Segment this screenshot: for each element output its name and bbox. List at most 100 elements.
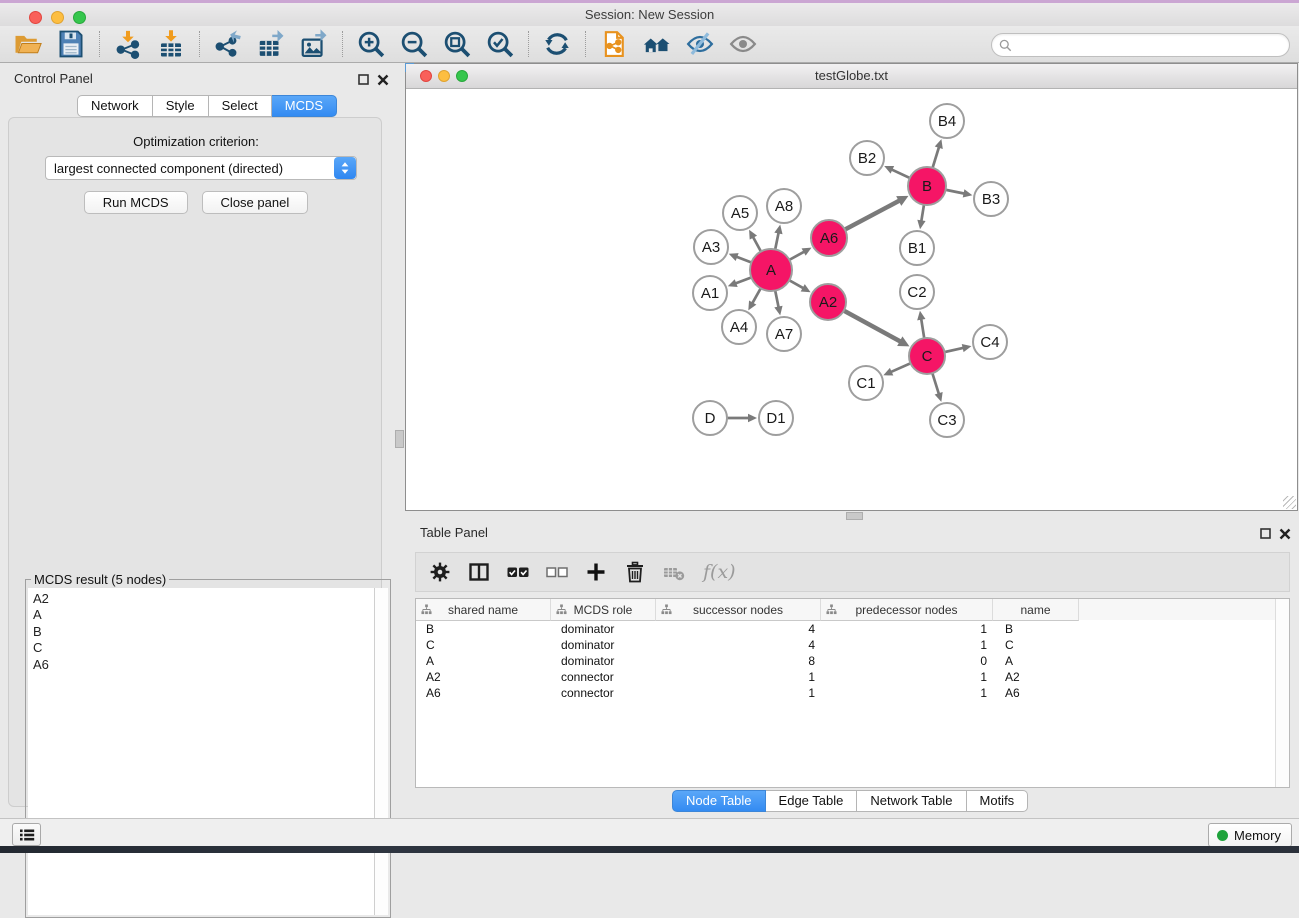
table-vertical-scrollbar[interactable]: [1275, 599, 1289, 787]
table-row[interactable]: Cdominator41C: [416, 637, 1289, 653]
zoom-network-window-button[interactable]: [456, 70, 468, 82]
result-list-item[interactable]: A6: [33, 657, 375, 673]
network-window-title-bar[interactable]: testGlobe.txt: [406, 64, 1297, 89]
float-panel-icon[interactable]: [357, 73, 371, 87]
graph-node-A4[interactable]: A4: [722, 310, 756, 344]
desktop-vertical-scrollbar[interactable]: [395, 430, 404, 448]
column-header-shared-name[interactable]: shared name: [416, 599, 551, 621]
table-cell: A6: [416, 685, 551, 701]
task-history-button[interactable]: [12, 823, 41, 846]
close-panel-icon[interactable]: [376, 73, 390, 87]
graph-node-A8[interactable]: A8: [767, 189, 801, 223]
column-settings-gear-icon[interactable]: [428, 560, 452, 584]
home-layout-icon[interactable]: [642, 29, 672, 59]
save-session-icon[interactable]: [56, 29, 86, 59]
table-row[interactable]: Adominator80A: [416, 653, 1289, 669]
close-table-panel-icon[interactable]: [1278, 527, 1292, 541]
graph-node-C[interactable]: C: [909, 338, 945, 374]
deselect-all-checkboxes-icon[interactable]: [545, 560, 569, 584]
tab-network[interactable]: Network: [77, 95, 153, 117]
criterion-dropdown[interactable]: largest connected component (directed): [45, 156, 357, 180]
graph-node-B3[interactable]: B3: [974, 182, 1008, 216]
refresh-icon[interactable]: [542, 29, 572, 59]
mcds-result-title: MCDS result (5 nodes): [31, 572, 169, 587]
add-row-icon[interactable]: [584, 560, 608, 584]
graph-node-A6[interactable]: A6: [811, 220, 847, 256]
result-list-item[interactable]: C: [33, 640, 375, 656]
graph-node-C2[interactable]: C2: [900, 275, 934, 309]
graph-node-D1[interactable]: D1: [759, 401, 793, 435]
graph-node-A1[interactable]: A1: [693, 276, 727, 310]
zoom-out-icon[interactable]: [399, 29, 429, 59]
export-table-icon[interactable]: [256, 29, 286, 59]
graph-node-B4[interactable]: B4: [930, 104, 964, 138]
graph-node-A7[interactable]: A7: [767, 317, 801, 351]
mcds-result-list[interactable]: A2ABCA6: [28, 588, 375, 915]
graph-node-A3[interactable]: A3: [694, 230, 728, 264]
graph-node-B[interactable]: B: [908, 167, 946, 205]
tab-select[interactable]: Select: [209, 95, 272, 117]
float-table-panel-icon[interactable]: [1259, 527, 1273, 541]
import-table-icon[interactable]: [156, 29, 186, 59]
search-input[interactable]: [1016, 35, 1289, 55]
result-list-item[interactable]: A: [33, 607, 375, 623]
column-header-predecessor-nodes[interactable]: predecessor nodes: [821, 599, 993, 621]
column-header-successor-nodes[interactable]: successor nodes: [656, 599, 821, 621]
export-image-icon[interactable]: [299, 29, 329, 59]
close-panel-button[interactable]: Close panel: [202, 191, 309, 214]
result-list-item[interactable]: A2: [33, 591, 375, 607]
desktop-horizontal-scrollbar[interactable]: [846, 512, 863, 520]
graph-node-A5[interactable]: A5: [723, 196, 757, 230]
resize-grip[interactable]: [1283, 496, 1296, 509]
select-all-checkboxes-icon[interactable]: [506, 560, 530, 584]
close-window-button[interactable]: [29, 11, 42, 24]
delete-rows-trash-icon[interactable]: [623, 560, 647, 584]
hide-selected-eye-slash-icon[interactable]: [685, 29, 715, 59]
export-network-icon[interactable]: [213, 29, 243, 59]
new-network-from-selection-icon[interactable]: [599, 29, 629, 59]
tab-mcds[interactable]: MCDS: [272, 95, 337, 117]
graph-node-B2[interactable]: B2: [850, 141, 884, 175]
open-session-icon[interactable]: [13, 29, 43, 59]
network-graph[interactable]: B4 B2 B B3 A5 A8 A6 A3 B1 A A1 C2 A2 A4 A7 C4 C C1 D D1 C3: [406, 89, 1297, 511]
result-list-scrollbar[interactable]: [374, 588, 388, 915]
run-mcds-button[interactable]: Run MCDS: [84, 191, 188, 214]
desktop-bottom-edge: [0, 846, 1299, 853]
minimize-network-window-button[interactable]: [438, 70, 450, 82]
table-row[interactable]: Bdominator41B: [416, 621, 1289, 637]
graph-node-A2[interactable]: A2: [810, 284, 846, 320]
zoom-window-button[interactable]: [73, 11, 86, 24]
table-row[interactable]: A2connector11A2: [416, 669, 1289, 685]
column-header-mcds-role[interactable]: MCDS role: [551, 599, 656, 621]
zoom-in-icon[interactable]: [356, 29, 386, 59]
network-canvas[interactable]: B4 B2 B B3 A5 A8 A6 A3 B1 A A1 C2 A2 A4 A7 C4 C C1 D D1 C3: [406, 89, 1297, 510]
table-row[interactable]: A6connector11A6: [416, 685, 1289, 701]
zoom-fit-icon[interactable]: [442, 29, 472, 59]
show-all-eye-icon[interactable]: [728, 29, 758, 59]
tab-edge-table[interactable]: Edge Table: [766, 790, 858, 812]
tab-motifs[interactable]: Motifs: [967, 790, 1029, 812]
graph-node-C3[interactable]: C3: [930, 403, 964, 437]
network-window-title: testGlobe.txt: [406, 64, 1297, 88]
table-cell: A2: [993, 669, 1079, 685]
function-builder-icon[interactable]: f(x): [703, 561, 736, 583]
column-header-name[interactable]: name: [993, 599, 1079, 621]
graph-node-B1[interactable]: B1: [900, 231, 934, 265]
delete-table-icon[interactable]: [662, 560, 686, 584]
result-list-item[interactable]: B: [33, 624, 375, 640]
import-network-icon[interactable]: [113, 29, 143, 59]
close-network-window-button[interactable]: [420, 70, 432, 82]
tab-node-table[interactable]: Node Table: [672, 790, 766, 812]
minimize-window-button[interactable]: [51, 11, 64, 24]
search-box[interactable]: [991, 33, 1290, 57]
graph-node-C4[interactable]: C4: [973, 325, 1007, 359]
table-cell: 4: [656, 637, 821, 653]
graph-node-D[interactable]: D: [693, 401, 727, 435]
zoom-selected-icon[interactable]: [485, 29, 515, 59]
graph-node-A[interactable]: A: [750, 249, 792, 291]
show-columns-icon[interactable]: [467, 560, 491, 584]
graph-node-C1[interactable]: C1: [849, 366, 883, 400]
memory-button[interactable]: Memory: [1208, 823, 1292, 847]
tab-style[interactable]: Style: [153, 95, 209, 117]
tab-network-table[interactable]: Network Table: [857, 790, 966, 812]
